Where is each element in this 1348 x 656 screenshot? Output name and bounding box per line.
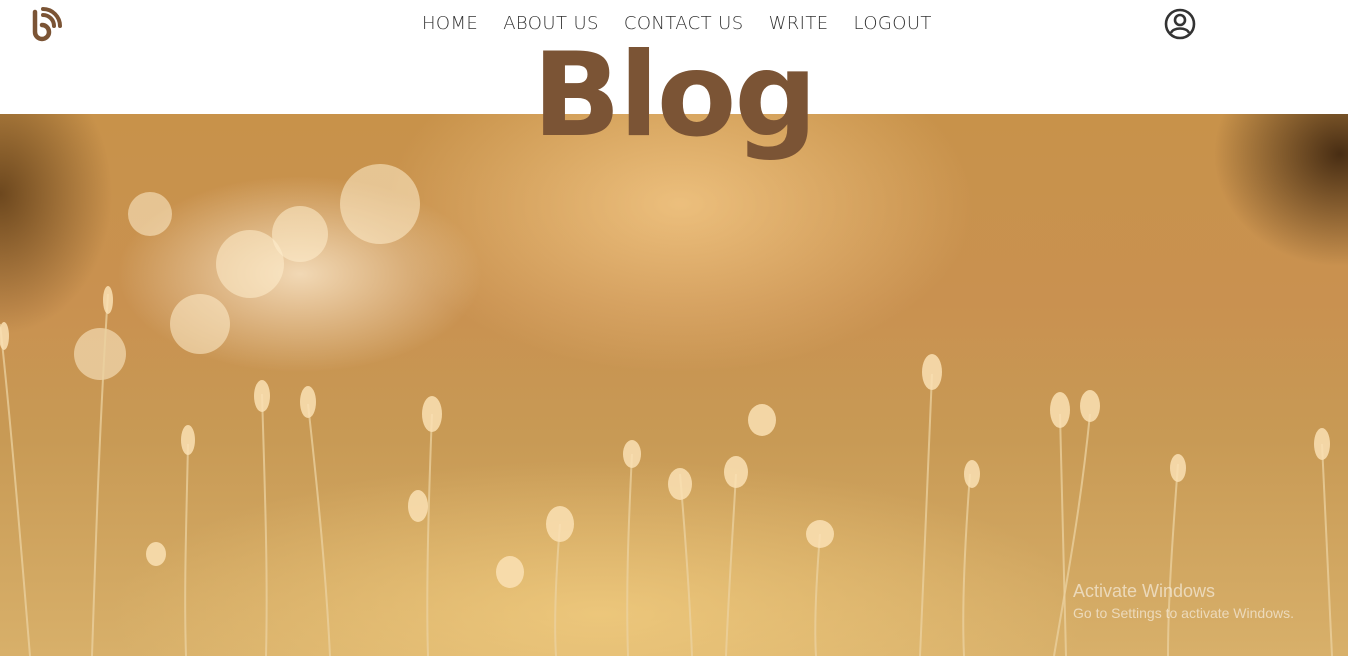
page-title: Blog — [532, 28, 818, 163]
grass-stems-illustration — [0, 164, 1333, 656]
blog-rss-logo-icon[interactable] — [27, 6, 63, 42]
windows-activation-watermark: Activate Windows Go to Settings to activ… — [1073, 580, 1294, 622]
user-circle-icon[interactable] — [1163, 7, 1197, 41]
watermark-title: Activate Windows — [1073, 581, 1216, 601]
grass-field-photo — [0, 114, 1348, 656]
watermark-subtitle: Go to Settings to activate Windows. — [1073, 605, 1294, 621]
nav-home[interactable]: HOME — [422, 12, 478, 36]
nav-logout[interactable]: LOGOUT — [854, 12, 932, 36]
